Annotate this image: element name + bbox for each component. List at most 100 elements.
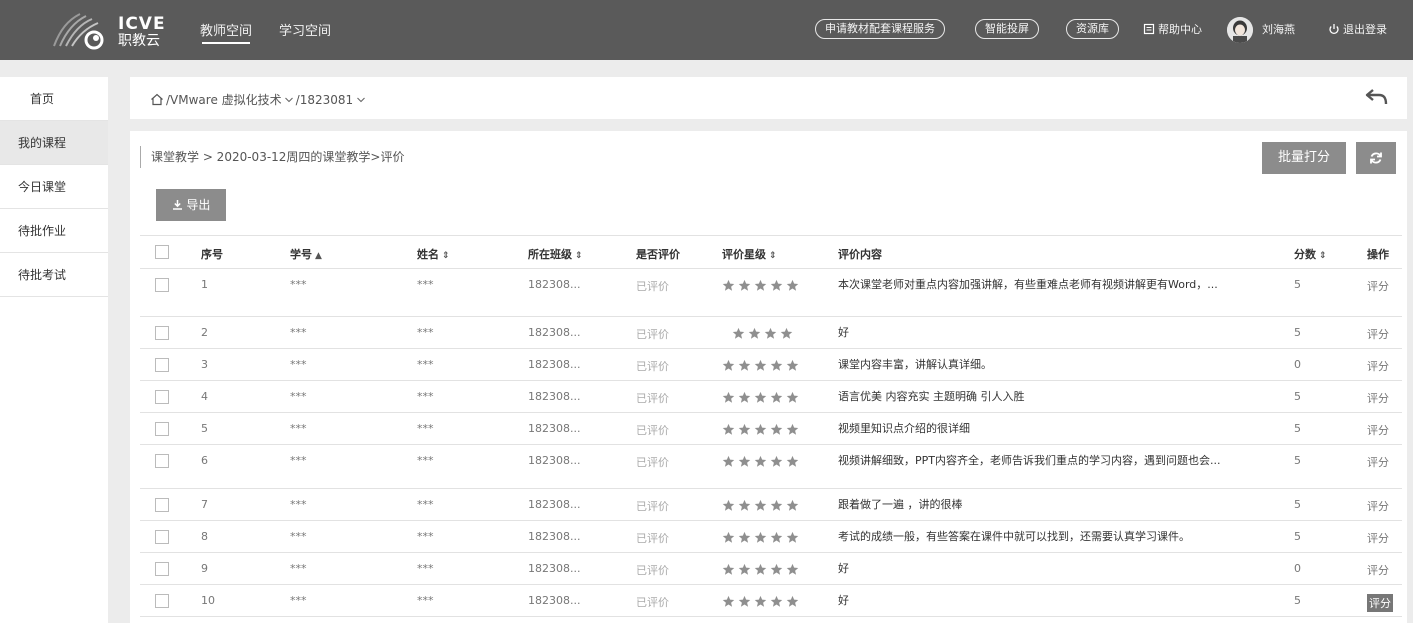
cell-class: 182308...	[528, 358, 581, 371]
star-rating	[722, 423, 802, 436]
logo-cn-text: 职教云	[118, 33, 160, 49]
sidebar-item-home[interactable]: 首页	[0, 77, 108, 121]
sidebar-item-my-courses[interactable]: 我的课程	[0, 121, 108, 165]
row-checkbox[interactable]	[155, 326, 169, 340]
rating-star-icon	[722, 279, 735, 291]
logo-swirl-icon	[53, 13, 104, 50]
cell-seq: 6	[201, 454, 208, 467]
rating-star-icon	[770, 455, 783, 467]
row-checkbox[interactable]	[155, 278, 169, 292]
cell-class: 182308...	[528, 454, 581, 467]
download-icon	[172, 200, 182, 210]
star-rating	[732, 327, 796, 340]
apply-textbook-service-button[interactable]: 申请教材配套课程服务	[815, 19, 945, 39]
cell-name: ***	[417, 278, 434, 291]
rating-star-icon	[754, 499, 767, 511]
header-student-id[interactable]: 学号 ▲	[290, 246, 322, 262]
rating-star-icon	[786, 423, 799, 435]
score-action-link[interactable]: 评分	[1367, 422, 1389, 438]
score-action-link[interactable]: 评分	[1367, 390, 1389, 406]
cell-evaluated: 已评价	[636, 456, 669, 469]
export-button[interactable]: 导出	[156, 189, 226, 221]
home-icon[interactable]	[150, 93, 164, 106]
header-score[interactable]: 分数 ⇕	[1294, 246, 1327, 262]
score-action-link[interactable]: 评分	[1367, 498, 1389, 514]
row-checkbox[interactable]	[155, 562, 169, 576]
cell-score: 5	[1294, 422, 1301, 435]
rating-star-icon	[754, 423, 767, 435]
rating-star-icon	[770, 423, 783, 435]
star-rating	[722, 563, 802, 576]
table-row: 4 *** *** 182308... 已评价 语言优美 内容充实 主题明确 引人入胜 5 评…	[140, 381, 1402, 413]
cell-seq: 4	[201, 390, 208, 403]
logout-link[interactable]: 退出登录	[1328, 21, 1387, 37]
cell-name: ***	[417, 594, 434, 607]
icve-logo[interactable]: ICVE 职教云	[40, 6, 180, 54]
rating-star-icon	[754, 359, 767, 371]
cell-evaluated: 已评价	[636, 532, 669, 545]
header-stars[interactable]: 评价星级 ⇕	[722, 246, 777, 262]
rating-star-icon	[770, 279, 783, 291]
sidebar-item-pending-homework[interactable]: 待批作业	[0, 209, 108, 253]
score-action-link[interactable]: 评分	[1367, 454, 1389, 470]
cell-score: 5	[1294, 454, 1301, 467]
sidebar-item-pending-exams[interactable]: 待批考试	[0, 253, 108, 297]
header-score-label: 分数	[1294, 248, 1316, 261]
row-checkbox[interactable]	[155, 498, 169, 512]
tab-learning-space[interactable]: 学习空间	[279, 20, 331, 39]
back-arrow-icon[interactable]	[1365, 87, 1389, 107]
cell-seq: 8	[201, 530, 208, 543]
score-action-link[interactable]: 评分	[1367, 594, 1393, 612]
table-row: 7 *** *** 182308... 已评价 跟着做了一遍 ，讲的很棒 5 评分	[140, 489, 1402, 521]
rating-star-icon	[738, 391, 751, 403]
row-checkbox[interactable]	[155, 358, 169, 372]
score-action-link[interactable]: 评分	[1367, 358, 1389, 374]
header-name[interactable]: 姓名 ⇕	[417, 246, 450, 262]
batch-score-button[interactable]: 批量打分	[1262, 142, 1346, 174]
cell-name: ***	[417, 390, 434, 403]
breadcrumb-course[interactable]: /VMware 虚拟化技术	[166, 91, 282, 108]
score-action-link[interactable]: 评分	[1367, 326, 1389, 342]
user-name[interactable]: 刘海燕	[1262, 21, 1295, 37]
sidebar-item-today-class[interactable]: 今日课堂	[0, 165, 108, 209]
header-student-id-label: 学号	[290, 248, 312, 261]
rating-star-icon	[786, 595, 799, 607]
score-action-link[interactable]: 评分	[1367, 278, 1389, 294]
rating-star-icon	[738, 595, 751, 607]
rating-star-icon	[754, 279, 767, 291]
cell-student-id: ***	[290, 390, 307, 403]
select-all-checkbox[interactable]	[155, 245, 169, 259]
row-checkbox[interactable]	[155, 390, 169, 404]
refresh-button[interactable]	[1356, 142, 1396, 174]
rating-star-icon	[754, 455, 767, 467]
rating-star-icon	[738, 279, 751, 291]
row-checkbox[interactable]	[155, 422, 169, 436]
cell-content: 好	[838, 326, 849, 339]
star-rating	[722, 531, 802, 544]
score-action-link[interactable]: 评分	[1367, 562, 1389, 578]
tab-teacher-space[interactable]: 教师空间	[200, 20, 252, 44]
avatar-person-icon	[1227, 17, 1253, 43]
chevron-down-icon[interactable]	[284, 96, 294, 104]
cell-content: 课堂内容丰富，讲解认真详细。	[838, 358, 992, 371]
score-action-link[interactable]: 评分	[1367, 530, 1389, 546]
rating-star-icon	[722, 455, 735, 467]
user-avatar[interactable]	[1227, 17, 1253, 43]
header-class[interactable]: 所在班级 ⇕	[528, 246, 583, 262]
rating-star-icon	[786, 455, 799, 467]
cell-student-id: ***	[290, 454, 307, 467]
rating-star-icon	[770, 499, 783, 511]
cell-name: ***	[417, 454, 434, 467]
table-header-row: 序号 学号 ▲ 姓名 ⇕ 所在班级 ⇕ 是否评价 评价星级 ⇕ 评价内容 分数 ⇕ 操作	[140, 235, 1402, 269]
resource-library-button[interactable]: 资源库	[1066, 19, 1119, 39]
row-checkbox[interactable]	[155, 530, 169, 544]
row-checkbox[interactable]	[155, 454, 169, 468]
smart-cast-button[interactable]: 智能投屏	[975, 19, 1039, 39]
row-checkbox[interactable]	[155, 594, 169, 608]
cell-class: 182308...	[528, 562, 581, 575]
help-center-link[interactable]: 帮助中心	[1143, 21, 1202, 37]
cell-score: 5	[1294, 390, 1301, 403]
chevron-down-icon[interactable]	[356, 96, 366, 104]
rating-star-icon	[738, 531, 751, 543]
breadcrumb-class[interactable]: /1823081	[296, 93, 354, 107]
